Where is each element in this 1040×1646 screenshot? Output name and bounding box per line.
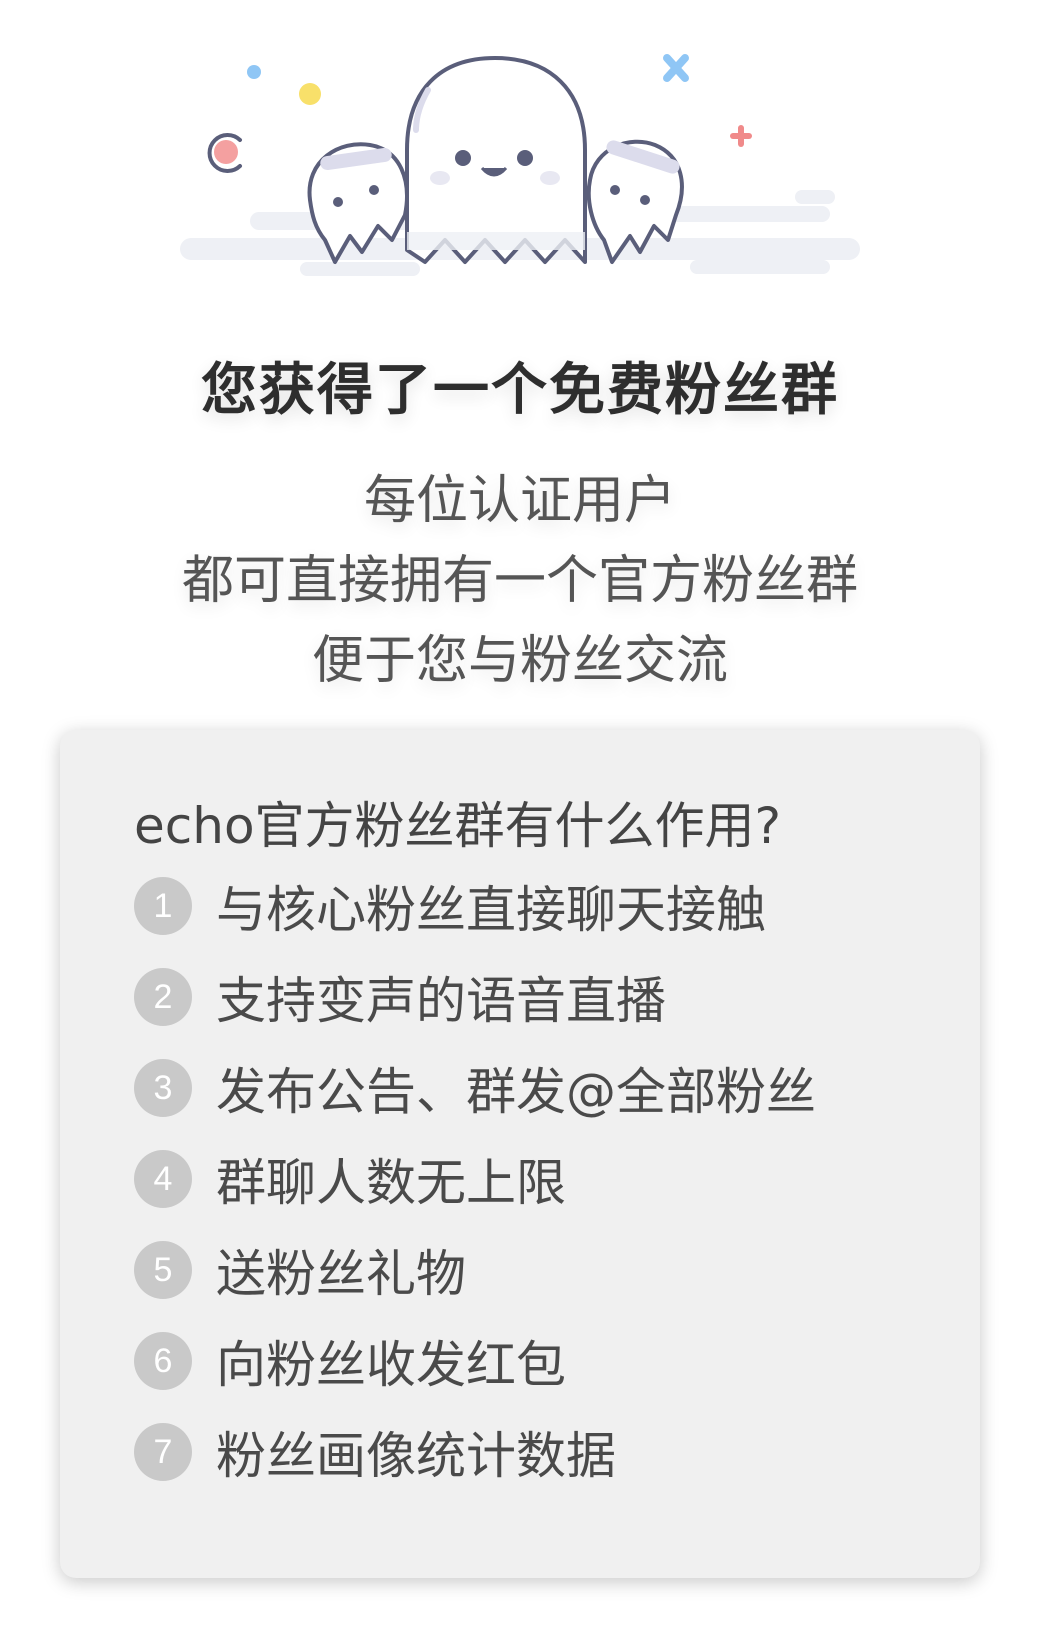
benefits-card: echo官方粉丝群有什么作用? 1 与核心粉丝直接聊天接触 2 支持变声的语音直… [60,730,980,1578]
sparkle-dot-icon [299,83,321,105]
feature-item: 1 与核心粉丝直接聊天接触 [134,876,766,939]
feature-item: 3 发布公告、群发@全部粉丝 [134,1058,816,1121]
feature-text: 向粉丝收发红包 [216,1336,566,1394]
feature-text: 与核心粉丝直接聊天接触 [216,881,766,939]
ghost-group-illustration [180,54,860,276]
cross-sparkle-icon [663,54,689,82]
subtitle-line-1: 每位认证用户 [363,471,676,531]
number-badge: 2 [134,968,192,1026]
feature-item: 5 送粉丝礼物 [134,1240,466,1303]
feature-text: 发布公告、群发@全部粉丝 [216,1063,816,1121]
feature-item: 2 支持变声的语音直播 [134,967,666,1030]
crescent-planet-icon [207,133,242,173]
subtitle-line-2: 都可直接拥有一个官方粉丝群 [181,551,858,611]
cross-sparkle-icon [730,125,752,147]
feature-text: 粉丝画像统计数据 [216,1427,616,1485]
feature-item: 7 粉丝画像统计数据 [134,1422,616,1485]
card-title: echo官方粉丝群有什么作用? [134,797,782,855]
subtitle-line-3: 便于您与粉丝交流 [311,631,728,691]
feature-text: 支持变声的语音直播 [216,972,666,1030]
number-badge: 7 [134,1423,192,1481]
number-badge: 6 [134,1332,192,1390]
number-badge: 4 [134,1150,192,1208]
sparkle-dot-icon [247,65,261,79]
number-badge: 5 [134,1241,192,1299]
headline: 您获得了一个免费粉丝群 [201,358,839,423]
number-badge: 1 [134,877,192,935]
feature-text: 送粉丝礼物 [216,1245,466,1303]
feature-item: 6 向粉丝收发红包 [134,1331,566,1394]
feature-item: 4 群聊人数无上限 [134,1149,566,1212]
number-badge: 3 [134,1059,192,1117]
feature-text: 群聊人数无上限 [216,1154,566,1212]
